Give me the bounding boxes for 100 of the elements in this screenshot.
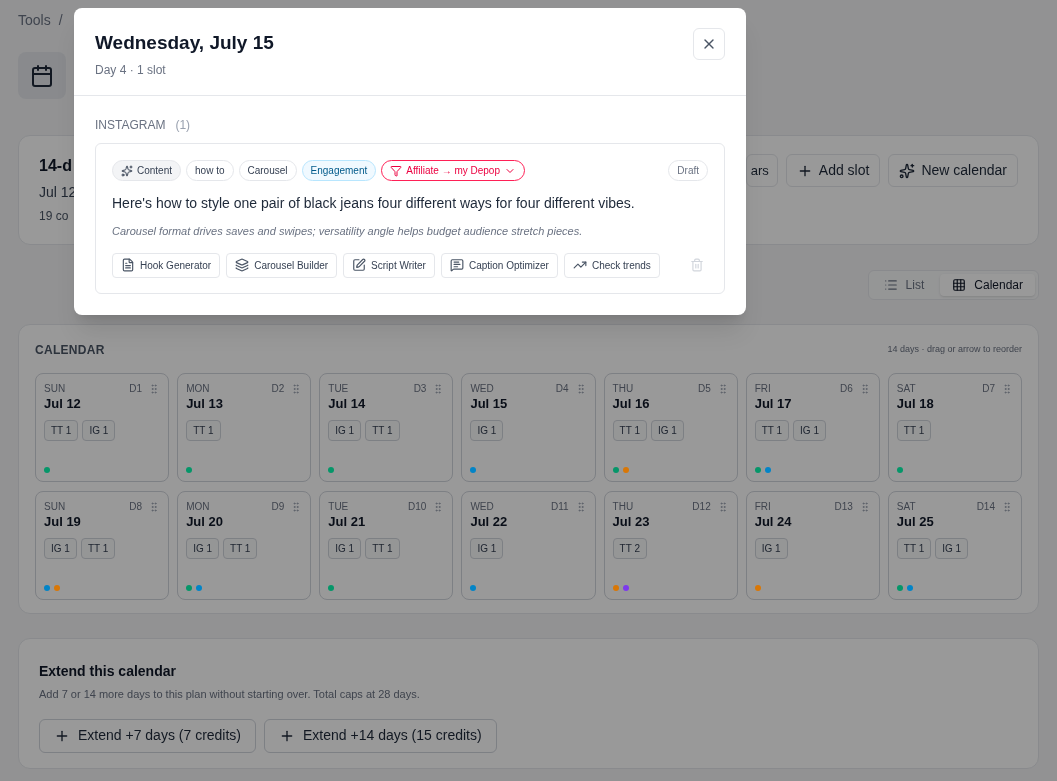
- day-index: D6: [840, 382, 853, 396]
- delete-icon[interactable]: [690, 258, 704, 272]
- day-date: Jul 12: [44, 396, 82, 412]
- platform-count: IG 1: [935, 538, 969, 559]
- day-date: Jul 25: [896, 514, 935, 530]
- dialog-title: Wednesday, July 15: [95, 31, 274, 55]
- day-card[interactable]: THU D5 Jul 16 TT 1 IG 1: [603, 373, 738, 482]
- weekday-label: SAT: [896, 500, 917, 514]
- extend-button[interactable]: Extend +7 days (7 credits): [39, 718, 257, 753]
- weekday-label: WED: [470, 500, 495, 514]
- day-index: D7: [982, 382, 995, 396]
- day-card[interactable]: MON D9 Jul 20 IG 1 TT 1: [177, 491, 312, 600]
- extend-title: Extend this calendar: [39, 662, 177, 681]
- platform-count: IG 1: [186, 538, 220, 559]
- day-index: D10: [408, 500, 427, 514]
- tag-chip: Carousel: [238, 160, 297, 181]
- list-icon: [883, 278, 898, 292]
- drag-handle-icon[interactable]: [1001, 382, 1013, 395]
- platform-count: TT 1: [365, 538, 400, 559]
- platform-count: IG 1: [793, 420, 826, 441]
- day-date: Jul 22: [470, 514, 509, 530]
- tag-chip: Content: [112, 160, 182, 181]
- platform-count: TT 1: [223, 538, 258, 559]
- day-date: Jul 19: [44, 514, 82, 530]
- weekday-label: TUE: [328, 382, 350, 396]
- calendar-hint: 14 days · drag or arrow to reorder: [887, 343, 1022, 357]
- platform-count: TT 1: [896, 420, 932, 441]
- weekday-label: MON: [186, 382, 211, 396]
- slot-rationale: Carousel format drives saves and swipes; versatility angle helps budget audience stretch pieces.: [112, 224, 584, 239]
- close-button[interactable]: [693, 28, 725, 60]
- weekday-label: THU: [612, 382, 635, 396]
- day-card[interactable]: FRI D13 Jul 24 IG 1: [745, 491, 880, 600]
- day-index: D9: [271, 500, 285, 514]
- day-card[interactable]: FRI D6 Jul 17 TT 1 IG 1: [745, 373, 880, 482]
- day-card[interactable]: SUN D8 Jul 19 IG 1 TT 1: [35, 491, 170, 600]
- header-button[interactable]: Add slot: [785, 154, 881, 187]
- day-index: D4: [555, 382, 569, 396]
- day-card[interactable]: SAT D14 Jul 25 TT 1 IG 1: [887, 491, 1022, 600]
- sparkles-icon: [121, 164, 133, 177]
- weekday-label: THU: [612, 500, 635, 514]
- day-card[interactable]: SUN D1 Jul 12 TT 1 IG 1: [35, 373, 170, 482]
- day-index: D5: [697, 382, 711, 396]
- day-index: D13: [834, 500, 853, 514]
- weekday-label: TUE: [328, 500, 350, 514]
- slot-text: Here's how to style one pair of black jeans four different ways for four different vibes.: [112, 194, 636, 213]
- platform-count: IG 1: [754, 538, 788, 559]
- section-title: CALENDAR: [35, 342, 105, 359]
- tag-chip: how to: [186, 160, 234, 181]
- day-index: D8: [129, 500, 143, 514]
- platform-count: IG 1: [470, 538, 504, 559]
- platform-count: TT 2: [612, 538, 647, 559]
- dialog-subtitle: Day 4 · 1 slot: [95, 62, 167, 79]
- platform-count: TT 1: [754, 420, 790, 441]
- header-button[interactable]: New calendar: [888, 154, 1018, 187]
- sparkles-icon: [899, 162, 916, 179]
- day-index: D3: [413, 382, 427, 396]
- tool-button[interactable]: Caption Optimizer: [440, 252, 558, 278]
- weekday-label: SUN: [44, 500, 67, 514]
- day-index: D1: [129, 382, 143, 396]
- weekday-label: WED: [470, 382, 495, 396]
- day-date: Jul 16: [612, 396, 651, 412]
- tool-button[interactable]: Hook Generator: [112, 252, 221, 278]
- day-card[interactable]: MON D2 Jul 13 TT 1: [177, 373, 312, 482]
- platform-count: TT 1: [44, 420, 79, 441]
- day-card[interactable]: THU D12 Jul 23 TT 2: [603, 491, 738, 600]
- day-date: Jul 20: [186, 514, 224, 530]
- message-icon: [449, 258, 464, 272]
- platform-count: TT 1: [80, 538, 116, 559]
- platform-count: IG 1: [470, 420, 504, 441]
- calendar-icon: [30, 63, 54, 88]
- weekday-label: SUN: [44, 382, 67, 396]
- tool-button[interactable]: Carousel Builder: [226, 252, 338, 278]
- day-index: D12: [692, 500, 711, 514]
- day-card[interactable]: WED D4 Jul 15 IG 1: [461, 373, 596, 482]
- day-card[interactable]: WED D11 Jul 22 IG 1: [461, 491, 596, 600]
- day-card[interactable]: TUE D3 Jul 14 IG 1 TT 1: [319, 373, 454, 482]
- view-tab[interactable]: Calendar: [940, 274, 1035, 296]
- platform-count: TT 1: [186, 420, 221, 441]
- tag-chip: Engagement: [301, 160, 377, 181]
- extend-description: Add 7 or 14 more days to this plan without starting over. Total caps at 28 days.: [39, 687, 421, 702]
- header-button[interactable]: ars: [745, 154, 778, 187]
- day-date: Jul 23: [612, 514, 651, 530]
- day-card[interactable]: SAT D7 Jul 18 TT 1: [887, 373, 1022, 482]
- breadcrumb-item: /: [58, 11, 63, 28]
- day-index: D11: [550, 500, 569, 514]
- day-index: D2: [271, 382, 285, 396]
- weekday-label: FRI: [754, 500, 772, 514]
- tool-button[interactable]: Script Writer: [343, 252, 435, 278]
- extend-button[interactable]: Extend +14 days (15 credits): [264, 718, 497, 753]
- tag-chip[interactable]: Affiliate → my Depop: [381, 160, 525, 181]
- drag-handle-icon[interactable]: [1001, 500, 1013, 513]
- platform-count: IG 1: [328, 420, 362, 441]
- weekday-label: SAT: [896, 382, 917, 396]
- tool-button[interactable]: Check trends: [563, 252, 660, 278]
- platform-count: TT 1: [612, 420, 647, 441]
- day-index: D14: [976, 500, 995, 514]
- day-date: Jul 15: [470, 396, 509, 412]
- day-card[interactable]: TUE D10 Jul 21 IG 1 TT 1: [319, 491, 454, 600]
- weekday-label: MON: [186, 500, 211, 514]
- platform-count: IG 1: [650, 420, 684, 441]
